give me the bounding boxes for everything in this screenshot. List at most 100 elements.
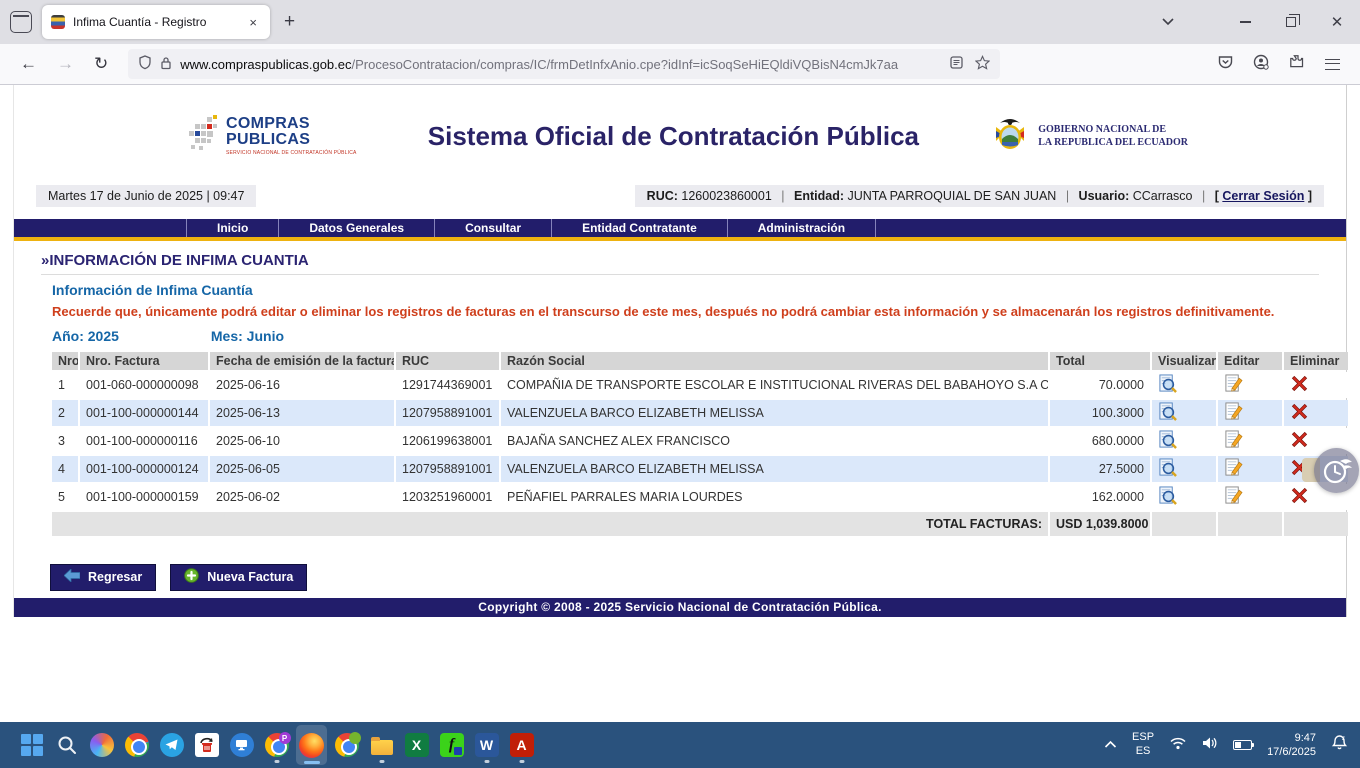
table-header-row: Nro Nro. Factura Fecha de emisión de la … — [52, 352, 1348, 370]
tab-list-chevron-icon[interactable] — [1161, 14, 1175, 33]
eliminar-icon[interactable] — [1290, 494, 1309, 508]
table-row: 1 001-060-000000098 2025-06-16 129174436… — [52, 372, 1348, 398]
chrome-profile-2-icon[interactable] — [331, 725, 362, 765]
account-icon[interactable] — [1253, 54, 1269, 75]
nav-item-administracion[interactable]: Administración — [728, 219, 876, 237]
editar-icon[interactable] — [1224, 438, 1243, 452]
copilot-icon[interactable] — [86, 725, 117, 765]
site-header: COMPRAS PUBLICAS SERVICIO NACIONAL DE CO… — [14, 85, 1346, 181]
tab-close-icon[interactable]: × — [245, 13, 261, 32]
government-logo: GOBIERNO NACIONAL DE LA REPUBLICA DEL EC… — [990, 117, 1188, 155]
word-icon[interactable]: W — [471, 725, 502, 765]
cell-razon: VALENZUELA BARCO ELIZABETH MELISSA — [501, 400, 1048, 426]
editar-icon[interactable] — [1224, 466, 1243, 480]
floating-timer-widget[interactable] — [1314, 448, 1359, 493]
wifi-icon[interactable] — [1169, 736, 1187, 755]
cell-ruc: 1207958891001 — [396, 400, 499, 426]
windows-taskbar: P X f W A ESP ES 9:47 17/6/2025 z — [0, 722, 1360, 768]
windows-logo-icon — [21, 734, 43, 756]
table-row: 5 001-100-000000159 2025-06-02 120325196… — [52, 484, 1348, 510]
invoice-app-icon[interactable]: f — [436, 725, 467, 765]
user-value: CCarrasco — [1133, 189, 1193, 203]
lock-icon[interactable] — [160, 56, 172, 73]
compras-publicas-squares-icon — [189, 115, 219, 157]
clock-icon — [1320, 454, 1354, 488]
cell-total: 27.5000 — [1050, 456, 1150, 482]
battery-icon[interactable] — [1233, 740, 1252, 750]
cell-ruc: 1291744369001 — [396, 372, 499, 398]
visualizar-icon[interactable] — [1158, 382, 1177, 396]
visualizar-icon[interactable] — [1158, 410, 1177, 424]
forward-button: → — [47, 54, 84, 74]
close-button[interactable]: ✕ — [1314, 0, 1360, 44]
nav-item-entidad-contratante[interactable]: Entidad Contratante — [552, 219, 728, 237]
editar-icon[interactable] — [1224, 382, 1243, 396]
taskbar-search-icon[interactable] — [51, 725, 82, 765]
cell-razon: PEÑAFIEL PARRALES MARIA LOURDES — [501, 484, 1048, 510]
extensions-puzzle-icon[interactable] — [1289, 54, 1305, 75]
reload-button[interactable]: ↻ — [84, 54, 118, 74]
visualizar-icon[interactable] — [1158, 466, 1177, 480]
shield-icon[interactable] — [138, 55, 152, 73]
nueva-factura-button[interactable]: Nueva Factura — [170, 564, 307, 591]
editar-icon[interactable] — [1224, 494, 1243, 508]
cell-fecha: 2025-06-16 — [210, 372, 394, 398]
recycle-bin-icon[interactable] — [191, 725, 222, 765]
acrobat-icon[interactable]: A — [506, 725, 537, 765]
col-header-factura: Nro. Factura — [80, 352, 208, 370]
excel-icon[interactable]: X — [401, 725, 432, 765]
cell-fecha: 2025-06-13 — [210, 400, 394, 426]
chrome-profile-p-icon[interactable]: P — [261, 725, 292, 765]
total-facturas-value: USD 1,039.8000 — [1050, 512, 1150, 536]
visualizar-icon[interactable] — [1158, 438, 1177, 452]
browser-tab[interactable]: Infima Cuantía - Registro × — [42, 5, 270, 39]
visualizar-icon[interactable] — [1158, 494, 1177, 508]
ecuador-coat-of-arms-icon — [990, 117, 1030, 155]
pocket-icon[interactable] — [1218, 55, 1233, 74]
year-month-row: Año: 2025 Mes: Junio — [52, 328, 1319, 344]
telegram-icon[interactable] — [156, 725, 187, 765]
tab-title: Infima Cuantía - Registro — [73, 15, 245, 29]
logout-link[interactable]: Cerrar Sesión — [1222, 189, 1304, 203]
table-row: 2 001-100-000000144 2025-06-13 120795889… — [52, 400, 1348, 426]
logo-tagline: SERVICIO NACIONAL DE CONTRATACIÓN PÚBLIC… — [226, 151, 357, 156]
table-row: 4 001-100-000000124 2025-06-05 120795889… — [52, 456, 1348, 482]
notification-bell-icon[interactable]: z — [1331, 734, 1348, 756]
tray-clock[interactable]: 9:47 17/6/2025 — [1267, 731, 1316, 760]
cell-razon: VALENZUELA BARCO ELIZABETH MELISSA — [501, 456, 1048, 482]
url-bar[interactable]: www.compraspublicas.gob.ec/ProcesoContra… — [128, 49, 1000, 79]
cell-ruc: 1207958891001 — [396, 456, 499, 482]
col-header-editar: Editar — [1218, 352, 1282, 370]
eliminar-icon[interactable] — [1290, 438, 1309, 452]
file-explorer-icon[interactable] — [366, 725, 397, 765]
regresar-button[interactable]: Regresar — [50, 564, 156, 591]
col-header-nro: Nro — [52, 352, 78, 370]
firefox-icon[interactable] — [296, 725, 327, 765]
back-arrow-icon — [64, 569, 80, 585]
start-button[interactable] — [16, 725, 47, 765]
reader-view-icon[interactable] — [950, 56, 963, 72]
back-button[interactable]: ← — [10, 54, 47, 74]
menu-hamburger-icon[interactable] — [1325, 59, 1340, 70]
language-indicator[interactable]: ESP ES — [1132, 731, 1154, 759]
nav-item-inicio[interactable]: Inicio — [186, 219, 279, 237]
chrome-icon[interactable] — [121, 725, 152, 765]
minimize-button[interactable] — [1222, 0, 1268, 44]
nav-item-consultar[interactable]: Consultar — [435, 219, 552, 237]
remote-desktop-icon[interactable] — [226, 725, 257, 765]
nav-item-datos-generales[interactable]: Datos Generales — [279, 219, 435, 237]
col-header-visualizar: Visualizar — [1152, 352, 1216, 370]
logo-text-line2: PUBLICAS — [226, 132, 357, 148]
eliminar-icon[interactable] — [1290, 382, 1309, 396]
tray-chevron-up-icon[interactable] — [1104, 736, 1117, 754]
url-text[interactable]: www.compraspublicas.gob.ec/ProcesoContra… — [180, 57, 942, 72]
eliminar-icon[interactable] — [1290, 410, 1309, 424]
bookmark-star-icon[interactable] — [975, 55, 990, 73]
cell-total: 680.0000 — [1050, 428, 1150, 454]
editar-icon[interactable] — [1224, 410, 1243, 424]
volume-icon[interactable] — [1202, 736, 1218, 755]
restore-button[interactable] — [1268, 0, 1314, 44]
firefox-view-icon[interactable] — [10, 11, 32, 33]
new-tab-button[interactable]: + — [284, 11, 295, 33]
warning-text: Recuerde que, únicamente podrá editar o … — [52, 303, 1319, 321]
